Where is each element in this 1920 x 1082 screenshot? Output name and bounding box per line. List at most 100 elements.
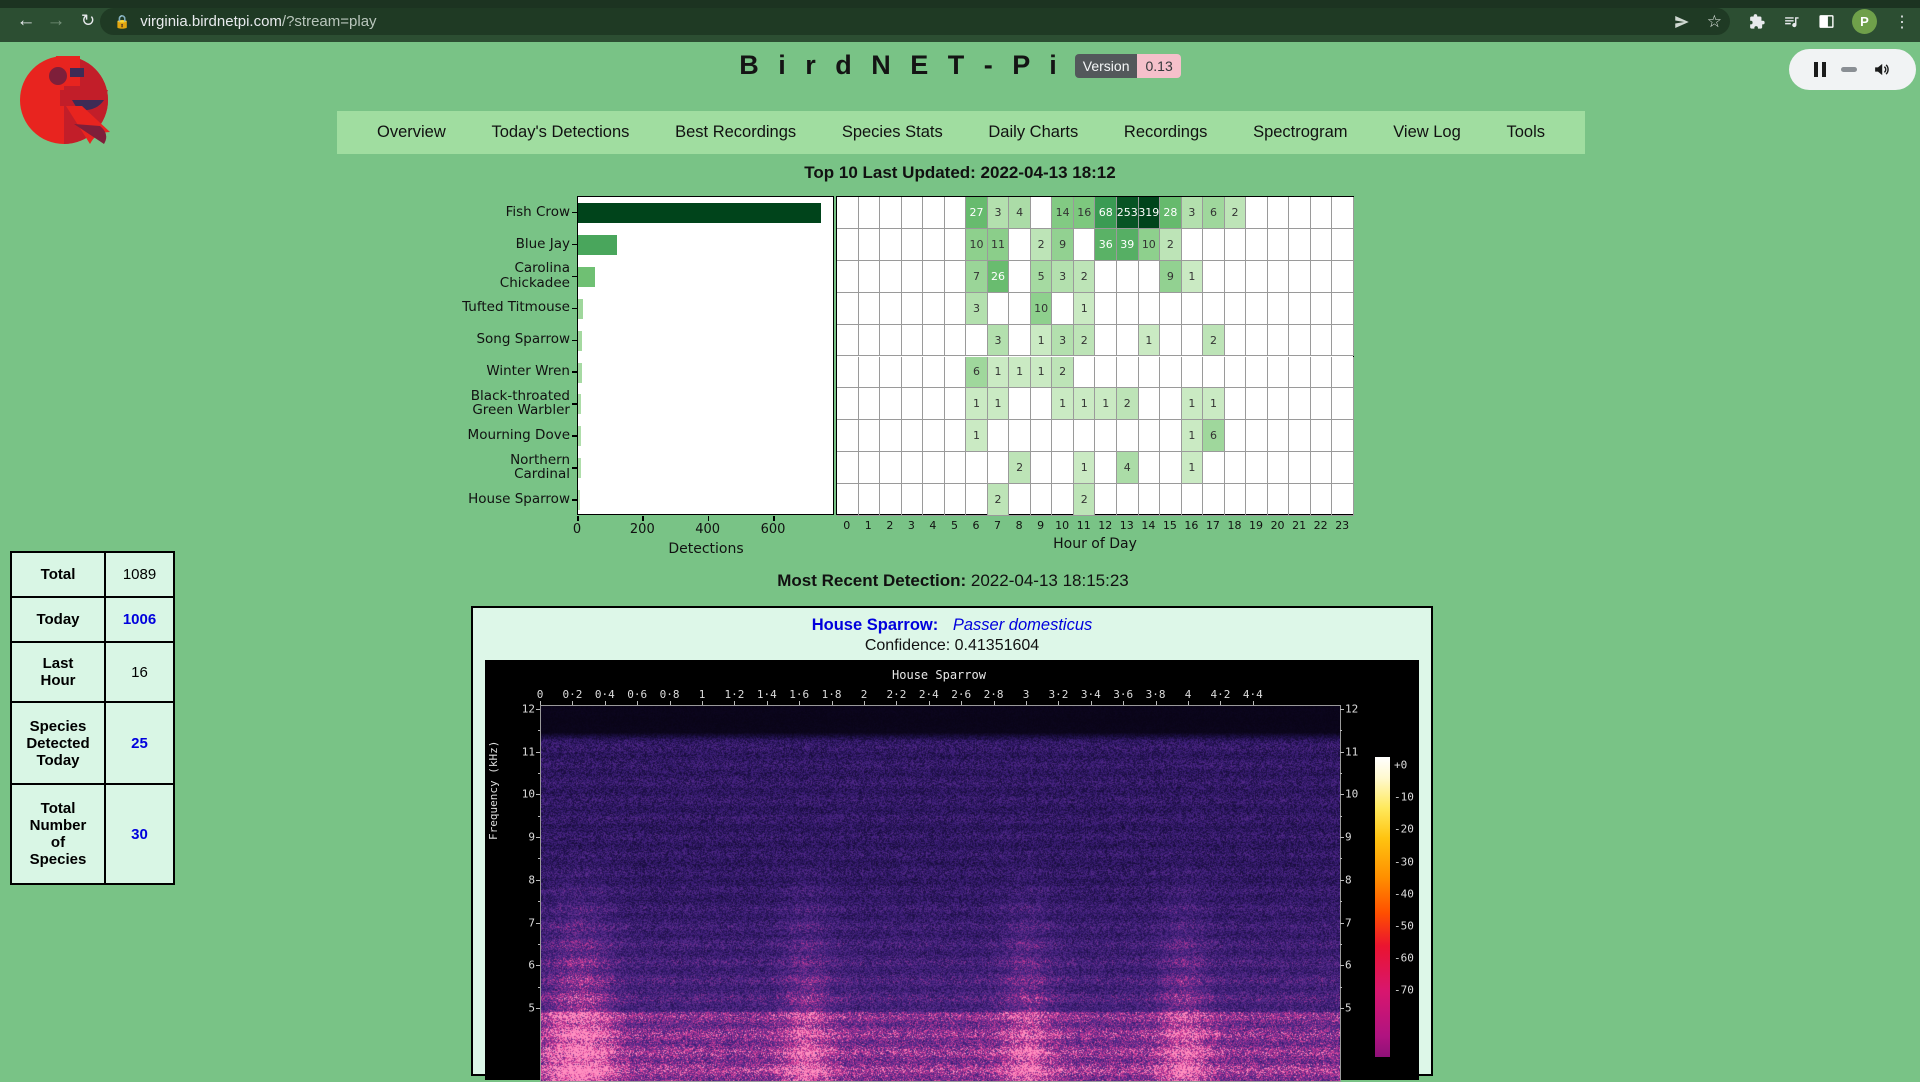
heatmap-cell: 1: [1182, 261, 1204, 293]
freq-minortick: [538, 773, 540, 774]
heatmap-cell: 2: [1160, 229, 1182, 261]
stats-label: TotalNumberofSpecies: [11, 784, 105, 884]
time-ticklabel: 3·8: [1146, 688, 1166, 701]
detection-card: House Sparrow: Passer domesticus Confide…: [471, 606, 1433, 1076]
heatmap-cell: 1: [1074, 293, 1096, 325]
send-icon[interactable]: [1673, 13, 1691, 31]
heatmap-cell: [988, 452, 1010, 484]
stats-value[interactable]: 30: [105, 784, 174, 884]
species-name-link[interactable]: House Sparrow:: [812, 616, 939, 634]
nav-item-species-stats[interactable]: Species Stats: [842, 123, 943, 142]
species-label: Song Sparrow: [440, 324, 570, 356]
recent-detection-value: 2022-04-13 18:15:23: [971, 571, 1129, 590]
spectrogram-image: House Sparrow Frequency (kHz) 00·20·40·6…: [485, 660, 1419, 1080]
heatmap-cell: 68: [1095, 197, 1117, 229]
heatmap-cell: [1031, 452, 1053, 484]
heatmap-cell: [1203, 452, 1225, 484]
heatmap-cell: [837, 420, 859, 452]
heatmap-cell: [880, 229, 902, 261]
extensions-icon[interactable]: [1748, 13, 1765, 30]
time-tick: [1156, 701, 1157, 705]
heatmap-cell: [923, 325, 945, 357]
species-label: Tufted Titmouse: [440, 292, 570, 324]
seek-dash[interactable]: [1841, 67, 1857, 72]
heatmap-cell: [1203, 293, 1225, 325]
freq-ticklabel-left: 7: [515, 916, 535, 929]
heatmap-cell: [837, 452, 859, 484]
heatmap-cell: [1311, 420, 1333, 452]
species-tick: [572, 435, 577, 437]
heatmap-cell: [1246, 452, 1268, 484]
detection-species-line: House Sparrow: Passer domesticus: [473, 616, 1431, 635]
heatmap-cell: [859, 293, 881, 325]
heatmap-cell: [1095, 325, 1117, 357]
freq-tick: [1340, 880, 1344, 881]
heatmap-cell: [1095, 261, 1117, 293]
heatmap-cell: 2: [1052, 357, 1074, 389]
heatmap-cell: 1: [1139, 325, 1161, 357]
menu-dots-icon[interactable]: ⋮: [1894, 12, 1910, 32]
detections-bar: [578, 394, 581, 414]
heatmap-cell: [1332, 452, 1354, 484]
heatmap-cell: 6: [1203, 420, 1225, 452]
side-panel-icon[interactable]: [1818, 13, 1835, 30]
heatmap-cell: [902, 229, 924, 261]
heatmap-cell: [1268, 357, 1290, 389]
heatmap-cell: [1289, 293, 1311, 325]
heatmap-cell: [1246, 229, 1268, 261]
hour-ticklabel: 15: [1163, 519, 1177, 532]
heatmap-cell: 1: [1052, 388, 1074, 420]
nav-item-spectrogram[interactable]: Spectrogram: [1253, 123, 1347, 142]
time-ticklabel: 3·6: [1113, 688, 1133, 701]
back-icon[interactable]: ←: [14, 9, 38, 33]
freq-tick: [536, 1008, 540, 1009]
nav-item-best-recordings[interactable]: Best Recordings: [675, 123, 796, 142]
heatmap-cell: 3: [988, 197, 1010, 229]
hour-ticklabel: 12: [1098, 519, 1112, 532]
freq-minortick: [1340, 730, 1342, 731]
hour-ticklabel: 20: [1271, 519, 1285, 532]
avatar[interactable]: P: [1852, 9, 1877, 34]
pause-icon[interactable]: [1814, 62, 1826, 77]
nav-item-overview[interactable]: Overview: [377, 123, 446, 142]
freq-ticklabel-right: 11: [1345, 745, 1358, 758]
nav-item-recordings[interactable]: Recordings: [1124, 123, 1207, 142]
heatmap-cell: [1160, 325, 1182, 357]
nav-item-tools[interactable]: Tools: [1506, 123, 1545, 142]
heatmap-cell: [902, 293, 924, 325]
heatmap-cell: [1289, 325, 1311, 357]
heatmap-cell: [1182, 325, 1204, 357]
stats-value[interactable]: 25: [105, 702, 174, 784]
heatmap-cell: 1: [1182, 420, 1204, 452]
time-ticklabel: 0·8: [660, 688, 680, 701]
heatmap-cell: 2: [1031, 229, 1053, 261]
species-tick: [572, 467, 577, 469]
heatmap-cell: [1074, 229, 1096, 261]
freq-minortick: [1340, 858, 1342, 859]
url-bar[interactable]: 🔒 virginia.birdnetpi.com/?stream=play ☆: [100, 8, 1730, 35]
stats-value[interactable]: 1006: [105, 597, 174, 642]
species-label: Black-throatedGreen Warbler: [440, 387, 570, 419]
heatmap-cell: [1117, 420, 1139, 452]
heatmap-cell: 2: [1074, 325, 1096, 357]
star-icon[interactable]: ☆: [1707, 12, 1722, 32]
heatmap-cell: 1: [1074, 388, 1096, 420]
heatmap-cell: [837, 261, 859, 293]
volume-icon[interactable]: [1872, 61, 1891, 78]
media-queue-icon[interactable]: [1782, 13, 1801, 30]
reload-icon[interactable]: ↻: [76, 9, 100, 33]
freq-tick: [1340, 709, 1344, 710]
forward-icon[interactable]: →: [44, 9, 68, 33]
audio-player[interactable]: [1789, 49, 1916, 90]
confidence-text: Confidence: 0.41351604: [473, 637, 1431, 655]
nav-item-today-s-detections[interactable]: Today's Detections: [491, 123, 629, 142]
heatmap-cell: [1311, 229, 1333, 261]
nav-item-daily-charts[interactable]: Daily Charts: [988, 123, 1078, 142]
freq-minortick: [538, 858, 540, 859]
nav-item-view-log[interactable]: View Log: [1393, 123, 1461, 142]
heatmap-cell: [1268, 452, 1290, 484]
heatmap-cell: [1225, 325, 1247, 357]
heatmap-cell: [1332, 261, 1354, 293]
heatmap-cell: [1139, 388, 1161, 420]
heatmap-cell: [1311, 357, 1333, 389]
